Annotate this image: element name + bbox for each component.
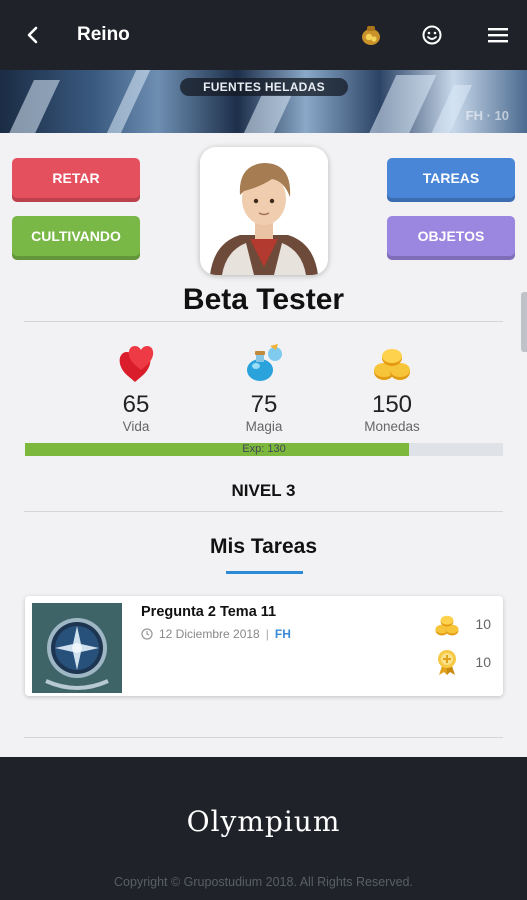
task-meta: 12 Diciembre 2018 | FH xyxy=(141,627,291,641)
character-portrait xyxy=(200,147,328,275)
ice-shard xyxy=(6,80,60,133)
coins-icon xyxy=(374,349,410,380)
divider xyxy=(24,737,503,738)
stat-coins: 150 Monedas xyxy=(337,340,447,434)
smiley-icon[interactable] xyxy=(419,22,445,48)
task-card[interactable]: Pregunta 2 Tema 11 12 Diciembre 2018 | F… xyxy=(25,596,503,696)
realm-name: FUENTES HELADAS xyxy=(180,78,348,96)
coin-sack-icon[interactable] xyxy=(358,22,384,48)
magic-label: Magia xyxy=(245,419,283,434)
copyright-text: Copyright © Grupostudium 2018. All Right… xyxy=(114,875,413,889)
clock-icon xyxy=(141,628,153,640)
drawer-handle[interactable] xyxy=(521,292,527,352)
magic-value: 75 xyxy=(250,391,278,418)
ice-shard xyxy=(363,75,437,133)
task-thumbnail xyxy=(32,603,122,693)
task-date: 12 Diciembre 2018 xyxy=(159,627,260,641)
cultivate-button[interactable]: CULTIVANDO xyxy=(12,216,140,260)
hearts-icon xyxy=(119,346,154,382)
back-arrow-icon[interactable] xyxy=(22,22,44,48)
divider xyxy=(24,511,503,512)
challenge-button[interactable]: RETAR xyxy=(12,158,140,202)
meta-separator: | xyxy=(265,627,269,641)
player-name: Beta Tester xyxy=(182,283,345,316)
stat-magic: 75 Magia xyxy=(209,340,319,434)
task-title[interactable]: Pregunta 2 Tema 11 xyxy=(141,604,276,620)
ice-shard xyxy=(238,95,292,133)
xp-reward-value: 10 xyxy=(475,654,491,670)
health-label: Vida xyxy=(122,419,150,434)
section-underline xyxy=(226,571,303,574)
items-button[interactable]: OBJETOS xyxy=(387,216,515,260)
footer: Olympium Copyright © Grupostudium 2018. … xyxy=(0,757,527,900)
coins-label: Monedas xyxy=(364,419,420,434)
page-title: Reino xyxy=(77,24,130,45)
top-app-bar: Reino xyxy=(0,0,527,70)
coins-value: 150 xyxy=(371,391,413,418)
realm-banner: FUENTES HELADAS FH · 10 xyxy=(0,70,527,133)
realm-badge: FH · 10 xyxy=(465,108,509,123)
level-label: NIVEL 3 xyxy=(231,481,296,500)
tasks-button[interactable]: TAREAS xyxy=(387,158,515,202)
medal-icon xyxy=(438,650,457,675)
coin-reward: 10 xyxy=(433,610,491,638)
tasks-section-title: Mis Tareas xyxy=(210,535,317,558)
coins-icon xyxy=(435,615,459,636)
coin-reward-value: 10 xyxy=(475,616,491,632)
xp-reward: 10 xyxy=(433,648,491,676)
brand-logo: Olympium xyxy=(186,805,341,838)
health-value: 65 xyxy=(122,391,150,418)
experience-bar: Exp: 130 xyxy=(25,443,503,456)
potion-icon xyxy=(247,344,282,381)
experience-text: Exp: 130 xyxy=(242,443,286,455)
ice-shard xyxy=(103,70,151,133)
divider xyxy=(24,321,503,322)
stat-health: 65 Vida xyxy=(81,340,191,434)
task-realm-tag: FH xyxy=(274,627,291,641)
menu-icon[interactable] xyxy=(485,22,511,48)
avatar[interactable] xyxy=(200,147,328,275)
